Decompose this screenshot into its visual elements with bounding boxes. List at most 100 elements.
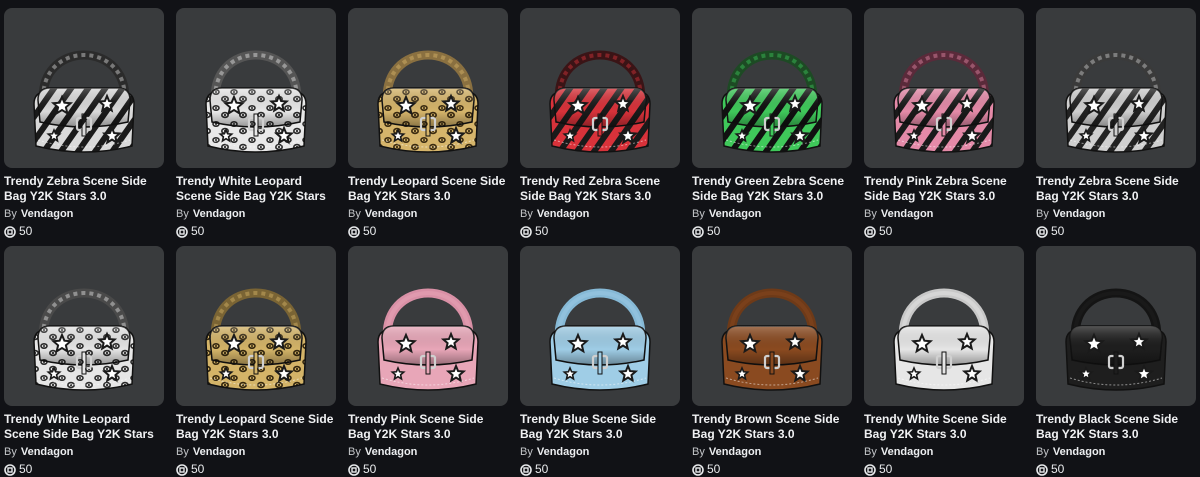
item-creator: By Vendagon	[864, 207, 1024, 221]
robux-icon	[864, 225, 876, 238]
creator-by-label: By	[4, 208, 17, 220]
item-creator: By Vendagon	[864, 445, 1024, 459]
robux-icon	[4, 463, 16, 476]
creator-by-label: By	[692, 208, 705, 220]
robux-icon	[348, 225, 360, 238]
item-name[interactable]: Trendy White Scene Side Bag Y2K Stars 3.…	[864, 412, 1024, 442]
creator-name-link[interactable]: Vendagon	[709, 446, 762, 458]
item-name[interactable]: Trendy Pink Zebra Scene Side Bag Y2K Sta…	[864, 174, 1024, 204]
creator-name-link[interactable]: Vendagon	[709, 208, 762, 220]
item-thumbnail[interactable]	[692, 8, 852, 168]
item-creator: By Vendagon	[1036, 445, 1196, 459]
item-thumbnail[interactable]	[176, 246, 336, 406]
item-name[interactable]: Trendy Zebra Scene Side Bag Y2K Stars 3.…	[1036, 174, 1196, 204]
creator-name-link[interactable]: Vendagon	[1053, 208, 1106, 220]
catalog-item-card[interactable]: Trendy Zebra Scene Side Bag Y2K Stars 3.…	[4, 8, 164, 239]
side-bag-image	[33, 50, 135, 153]
catalog-item-card[interactable]: Trendy White Leopard Scene Side Bag Y2K …	[4, 246, 164, 476]
catalog-item-card[interactable]: Trendy Blue Scene Side Bag Y2K Stars 3.0…	[520, 246, 680, 476]
item-price: 50	[1036, 224, 1196, 239]
catalog-item-card[interactable]: Trendy Pink Zebra Scene Side Bag Y2K Sta…	[864, 8, 1024, 239]
item-name[interactable]: Trendy Leopard Scene Side Bag Y2K Stars …	[348, 174, 508, 204]
item-name[interactable]: Trendy Brown Scene Side Bag Y2K Stars 3.…	[692, 412, 852, 442]
robux-icon	[176, 463, 188, 476]
robux-icon	[1036, 463, 1048, 476]
catalog-item-card[interactable]: Trendy Red Zebra Scene Side Bag Y2K Star…	[520, 8, 680, 239]
creator-name-link[interactable]: Vendagon	[21, 446, 74, 458]
creator-name-link[interactable]: Vendagon	[193, 208, 246, 220]
robux-icon	[520, 225, 532, 238]
item-creator: By Vendagon	[4, 207, 164, 221]
creator-by-label: By	[348, 446, 361, 458]
creator-name-link[interactable]: Vendagon	[21, 208, 74, 220]
price-value: 50	[535, 224, 549, 238]
catalog-item-card[interactable]: Trendy Green Zebra Scene Side Bag Y2K St…	[692, 8, 852, 239]
creator-by-label: By	[176, 446, 189, 458]
item-name[interactable]: Trendy Black Scene Side Bag Y2K Stars 3.…	[1036, 412, 1196, 442]
item-thumbnail[interactable]	[692, 246, 852, 406]
catalog-item-card[interactable]: Trendy Brown Scene Side Bag Y2K Stars 3.…	[692, 246, 852, 476]
creator-name-link[interactable]: Vendagon	[881, 446, 934, 458]
creator-name-link[interactable]: Vendagon	[881, 208, 934, 220]
creator-by-label: By	[1036, 446, 1049, 458]
item-thumbnail[interactable]	[1036, 8, 1196, 168]
catalog-item-card[interactable]: Trendy Zebra Scene Side Bag Y2K Stars 3.…	[1036, 8, 1196, 239]
item-creator: By Vendagon	[520, 445, 680, 459]
robux-icon	[692, 225, 704, 238]
item-thumbnail[interactable]	[348, 8, 508, 168]
item-creator: By Vendagon	[692, 445, 852, 459]
item-creator: By Vendagon	[1036, 207, 1196, 221]
item-thumbnail[interactable]	[520, 246, 680, 406]
creator-name-link[interactable]: Vendagon	[193, 446, 246, 458]
item-price: 50	[692, 224, 852, 239]
item-price: 50	[4, 224, 164, 239]
item-name[interactable]: Trendy Green Zebra Scene Side Bag Y2K St…	[692, 174, 852, 204]
item-name[interactable]: Trendy Leopard Scene Side Bag Y2K Stars …	[176, 412, 336, 442]
catalog-item-card[interactable]: Trendy White Leopard Scene Side Bag Y2K …	[176, 8, 336, 238]
item-creator: By Vendagon	[176, 207, 336, 221]
item-name[interactable]: Trendy Pink Scene Side Bag Y2K Stars 3.0	[348, 412, 508, 442]
creator-by-label: By	[520, 208, 533, 220]
catalog-item-card[interactable]: Trendy Black Scene Side Bag Y2K Stars 3.…	[1036, 246, 1196, 476]
item-thumbnail[interactable]	[864, 8, 1024, 168]
item-thumbnail[interactable]	[176, 8, 336, 168]
catalog-item-card[interactable]: Trendy White Scene Side Bag Y2K Stars 3.…	[864, 246, 1024, 476]
item-name[interactable]: Trendy Zebra Scene Side Bag Y2K Stars 3.…	[4, 174, 164, 204]
side-bag-image	[893, 288, 995, 391]
item-price: 50	[864, 224, 1024, 239]
creator-name-link[interactable]: Vendagon	[365, 446, 418, 458]
item-name[interactable]: Trendy Blue Scene Side Bag Y2K Stars 3.0	[520, 412, 680, 442]
price-value: 50	[191, 224, 205, 238]
creator-name-link[interactable]: Vendagon	[1053, 446, 1106, 458]
robux-icon	[348, 463, 360, 476]
creator-by-label: By	[864, 446, 877, 458]
item-name[interactable]: Trendy White Leopard Scene Side Bag Y2K …	[176, 174, 336, 204]
catalog-item-card[interactable]: Trendy Pink Scene Side Bag Y2K Stars 3.0…	[348, 246, 508, 476]
side-bag-image	[33, 288, 135, 391]
item-price: 50	[520, 224, 680, 239]
item-thumbnail[interactable]	[1036, 246, 1196, 406]
item-creator: By Vendagon	[4, 445, 164, 459]
item-creator: By Vendagon	[176, 445, 336, 459]
creator-name-link[interactable]: Vendagon	[537, 208, 590, 220]
catalog-item-card[interactable]: Trendy Leopard Scene Side Bag Y2K Stars …	[348, 8, 508, 238]
catalog-item-card[interactable]: Trendy Leopard Scene Side Bag Y2K Stars …	[176, 246, 336, 476]
item-name[interactable]: Trendy White Leopard Scene Side Bag Y2K …	[4, 412, 164, 442]
price-value: 50	[19, 224, 33, 238]
item-thumbnail[interactable]	[4, 246, 164, 406]
robux-icon	[1036, 225, 1048, 238]
robux-icon	[692, 463, 704, 476]
item-thumbnail[interactable]	[864, 246, 1024, 406]
item-thumbnail[interactable]	[348, 246, 508, 406]
item-thumbnail[interactable]	[520, 8, 680, 168]
robux-icon	[4, 225, 16, 238]
side-bag-image	[205, 50, 307, 153]
creator-by-label: By	[520, 446, 533, 458]
creator-by-label: By	[864, 208, 877, 220]
creator-name-link[interactable]: Vendagon	[365, 208, 418, 220]
creator-by-label: By	[176, 208, 189, 220]
creator-name-link[interactable]: Vendagon	[537, 446, 590, 458]
side-bag-image	[1065, 288, 1167, 391]
item-name[interactable]: Trendy Red Zebra Scene Side Bag Y2K Star…	[520, 174, 680, 204]
item-thumbnail[interactable]	[4, 8, 164, 168]
